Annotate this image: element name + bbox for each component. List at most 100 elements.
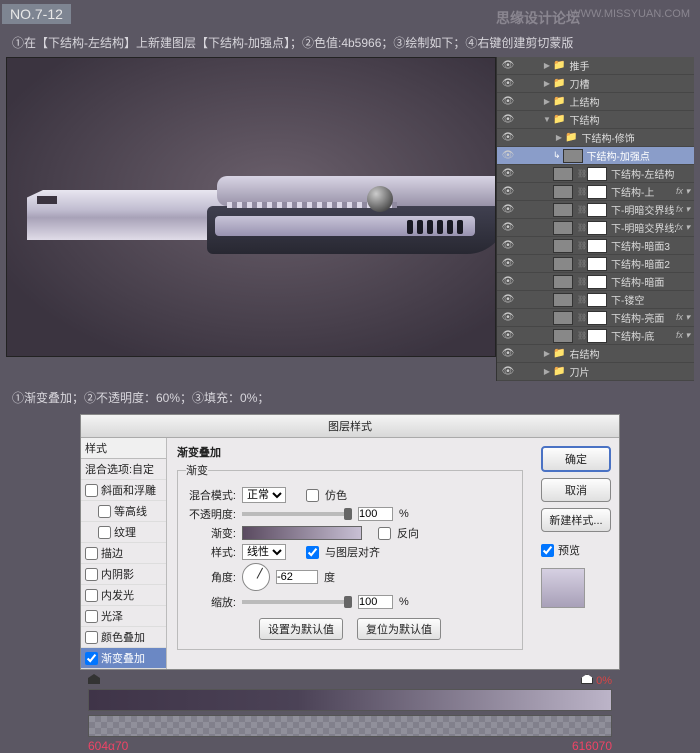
- folder-arrow-icon[interactable]: ▶: [541, 79, 553, 88]
- cancel-button[interactable]: 取消: [541, 478, 611, 502]
- styles-list: 样式 混合选项:自定 斜面和浮雕 等高线 纹理 描边 内阴影 内发光 光泽 颜色…: [81, 438, 167, 669]
- blend-options-row[interactable]: 混合选项:自定: [81, 459, 166, 480]
- layer-row[interactable]: 👁▶📁刀片: [497, 363, 694, 381]
- style-checkbox[interactable]: [85, 652, 98, 665]
- dither-checkbox[interactable]: [306, 489, 319, 502]
- mask-thumb: [587, 311, 607, 325]
- layer-row[interactable]: 👁⛓下结构-上fx ▾: [497, 183, 694, 201]
- fx-icon[interactable]: fx ▾: [676, 222, 694, 233]
- visibility-icon[interactable]: 👁: [497, 60, 519, 71]
- style-select[interactable]: 线性: [242, 544, 286, 560]
- style-item[interactable]: 颜色叠加: [81, 627, 166, 648]
- new-style-button[interactable]: 新建样式...: [541, 508, 611, 532]
- visibility-icon[interactable]: 👁: [497, 348, 519, 359]
- style-item[interactable]: 纹理: [81, 522, 166, 543]
- angle-input[interactable]: [276, 570, 318, 584]
- style-checkbox[interactable]: [85, 610, 98, 623]
- layer-row[interactable]: 👁⛓下-明暗交界线2fx ▾: [497, 219, 694, 237]
- layer-row[interactable]: 👁⛓下结构-左结构: [497, 165, 694, 183]
- style-checkbox[interactable]: [85, 589, 98, 602]
- mask-thumb: [587, 203, 607, 217]
- style-item[interactable]: 内阴影: [81, 564, 166, 585]
- fx-icon[interactable]: fx ▾: [676, 186, 694, 197]
- blend-mode-select[interactable]: 正常: [242, 487, 286, 503]
- style-item[interactable]: 内发光: [81, 585, 166, 606]
- scale-slider[interactable]: [242, 600, 352, 604]
- align-checkbox[interactable]: [306, 546, 319, 559]
- visibility-icon[interactable]: 👁: [497, 312, 519, 323]
- folder-arrow-icon[interactable]: ▶: [541, 61, 553, 70]
- layer-row[interactable]: 👁▶📁右结构: [497, 345, 694, 363]
- layer-row[interactable]: 👁▶📁推手: [497, 57, 694, 75]
- visibility-icon[interactable]: 👁: [497, 276, 519, 287]
- angle-dial[interactable]: [242, 563, 270, 591]
- visibility-icon[interactable]: 👁: [497, 258, 519, 269]
- visibility-icon[interactable]: 👁: [497, 78, 519, 89]
- style-label: 内发光: [101, 587, 134, 603]
- folder-arrow-icon[interactable]: ▼: [541, 115, 553, 124]
- visibility-icon[interactable]: 👁: [497, 186, 519, 197]
- folder-arrow-icon[interactable]: ▶: [553, 133, 565, 142]
- visibility-icon[interactable]: 👁: [497, 366, 519, 377]
- scale-input[interactable]: [358, 595, 393, 609]
- layer-label: 下结构-暗面2: [611, 256, 694, 271]
- reset-default-button[interactable]: 复位为默认值: [357, 618, 441, 640]
- visibility-icon[interactable]: 👁: [497, 204, 519, 215]
- style-item[interactable]: 渐变叠加: [81, 648, 166, 669]
- layer-row[interactable]: 👁⛓下结构-底fx ▾: [497, 327, 694, 345]
- gradient-preview[interactable]: [242, 526, 362, 540]
- preview-checkbox[interactable]: [541, 544, 554, 557]
- visibility-icon[interactable]: 👁: [497, 150, 519, 161]
- visibility-icon[interactable]: 👁: [497, 114, 519, 125]
- layer-row[interactable]: 👁↳下结构-加强点: [497, 147, 694, 165]
- style-item[interactable]: 光泽: [81, 606, 166, 627]
- layers-panel[interactable]: 👁▶📁推手👁▶📁刀槽👁▶📁上结构👁▼📁下结构👁▶📁下结构-修饰👁↳下结构-加强点…: [496, 57, 694, 381]
- style-checkbox[interactable]: [98, 505, 111, 518]
- layer-row[interactable]: 👁⛓下-镂空: [497, 291, 694, 309]
- style-item[interactable]: 斜面和浮雕: [81, 480, 166, 501]
- reverse-checkbox[interactable]: [378, 527, 391, 540]
- visibility-icon[interactable]: 👁: [497, 330, 519, 341]
- layer-row[interactable]: 👁⛓下结构-暗面3: [497, 237, 694, 255]
- gradient-bar-alpha[interactable]: [88, 715, 612, 737]
- fx-icon[interactable]: fx ▾: [676, 330, 694, 341]
- folder-arrow-icon[interactable]: ▶: [541, 349, 553, 358]
- visibility-icon[interactable]: 👁: [497, 240, 519, 251]
- set-default-button[interactable]: 设置为默认值: [259, 618, 343, 640]
- fx-icon[interactable]: fx ▾: [676, 204, 694, 215]
- folder-arrow-icon[interactable]: ▶: [541, 97, 553, 106]
- layer-row[interactable]: 👁⛓下结构-暗面2: [497, 255, 694, 273]
- opacity-stop-right-icon[interactable]: [581, 674, 593, 684]
- layer-row[interactable]: 👁▶📁刀槽: [497, 75, 694, 93]
- gradient-bar-color[interactable]: [88, 689, 612, 711]
- visibility-icon[interactable]: 👁: [497, 168, 519, 179]
- style-checkbox[interactable]: [85, 484, 98, 497]
- layer-row[interactable]: 👁▶📁下结构-修饰: [497, 129, 694, 147]
- ok-button[interactable]: 确定: [541, 446, 611, 472]
- folder-arrow-icon[interactable]: ▶: [541, 367, 553, 376]
- style-label: 颜色叠加: [101, 629, 145, 645]
- mask-thumb: [587, 257, 607, 271]
- preview-swatch: [541, 568, 585, 608]
- opacity-slider[interactable]: [242, 512, 352, 516]
- visibility-icon[interactable]: 👁: [497, 222, 519, 233]
- style-checkbox[interactable]: [85, 568, 98, 581]
- canvas-artboard[interactable]: [6, 57, 496, 357]
- style-checkbox[interactable]: [85, 547, 98, 560]
- color-stop-left-value: 604α70: [88, 739, 128, 753]
- layer-row[interactable]: 👁⛓下结构-亮面fx ▾: [497, 309, 694, 327]
- style-item[interactable]: 等高线: [81, 501, 166, 522]
- visibility-icon[interactable]: 👁: [497, 96, 519, 107]
- visibility-icon[interactable]: 👁: [497, 294, 519, 305]
- layer-row[interactable]: 👁▶📁上结构: [497, 93, 694, 111]
- layer-row[interactable]: 👁⛓下结构-暗面: [497, 273, 694, 291]
- visibility-icon[interactable]: 👁: [497, 132, 519, 143]
- style-checkbox[interactable]: [98, 526, 111, 539]
- layer-row[interactable]: 👁▼📁下结构: [497, 111, 694, 129]
- opacity-stop-left-icon[interactable]: [88, 674, 100, 684]
- opacity-input[interactable]: [358, 507, 393, 521]
- style-item[interactable]: 描边: [81, 543, 166, 564]
- style-checkbox[interactable]: [85, 631, 98, 644]
- fx-icon[interactable]: fx ▾: [676, 312, 694, 323]
- layer-row[interactable]: 👁⛓下-明暗交界线fx ▾: [497, 201, 694, 219]
